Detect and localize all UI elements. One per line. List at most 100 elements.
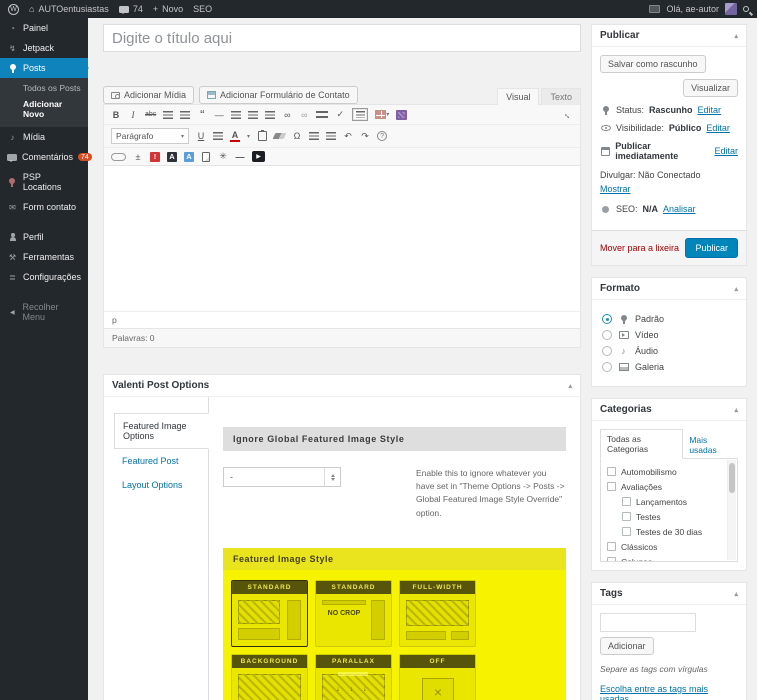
sidebar-item-psp-locations[interactable]: PSP Locations bbox=[0, 167, 88, 197]
publicize-show-link[interactable]: Mostrar bbox=[600, 184, 631, 194]
italic-icon[interactable]: I bbox=[128, 110, 138, 120]
bullet-list-icon[interactable] bbox=[163, 111, 173, 119]
checkbox[interactable] bbox=[607, 557, 616, 562]
category-item[interactable]: Colunas bbox=[607, 554, 723, 562]
table-icon[interactable]: ▾ bbox=[375, 110, 389, 119]
dropcap-dark-icon[interactable]: A bbox=[167, 152, 177, 162]
sidebar-item-form-contato[interactable]: ✉ Form contato bbox=[0, 197, 88, 217]
publish-box-header[interactable]: Publicar ▴ bbox=[592, 25, 746, 47]
divider-icon[interactable]: — bbox=[235, 152, 245, 162]
format-option-galeria[interactable]: Galeria bbox=[602, 362, 736, 372]
format-option-padrao[interactable]: Padrão bbox=[602, 314, 736, 324]
align-right-icon[interactable] bbox=[265, 111, 275, 119]
collapse-icon[interactable]: ▴ bbox=[734, 285, 738, 293]
add-contact-form-button[interactable]: Adicionar Formulário de Contato bbox=[199, 86, 358, 104]
submenu-item-all-posts[interactable]: Todos os Posts bbox=[0, 80, 88, 96]
collapse-icon[interactable]: ▴ bbox=[568, 382, 572, 390]
tab-visual[interactable]: Visual bbox=[497, 88, 539, 105]
category-item[interactable]: Clássicos bbox=[607, 539, 723, 554]
sidebar-item-configuracoes[interactable]: ≣ Configurações bbox=[0, 267, 88, 287]
checkbox[interactable] bbox=[622, 527, 631, 536]
sidebar-item-collapse-menu[interactable]: ◀ Recolher Menu bbox=[0, 297, 88, 327]
tab-most-used[interactable]: Mais usadas bbox=[683, 431, 738, 459]
submenu-item-add-new[interactable]: Adicionar Novo bbox=[0, 96, 88, 122]
tab-featured-image-options[interactable]: Featured Image Options bbox=[114, 413, 209, 449]
search-icon[interactable] bbox=[743, 6, 749, 12]
page-break-icon[interactable] bbox=[201, 152, 211, 162]
unlink-icon[interactable]: ∞ bbox=[299, 110, 309, 120]
paste-as-text-icon[interactable] bbox=[257, 131, 267, 141]
fullscreen-icon[interactable]: ↔ bbox=[561, 107, 575, 121]
site-name-link[interactable]: ⌂ AUTOentusiastas bbox=[29, 4, 109, 14]
video-embed-icon[interactable]: ▶ bbox=[252, 151, 265, 162]
strikethrough-icon[interactable]: abc bbox=[145, 111, 156, 118]
tab-featured-post[interactable]: Featured Post bbox=[114, 449, 208, 473]
edit-status-link[interactable]: Editar bbox=[698, 105, 722, 115]
align-left-icon[interactable] bbox=[231, 111, 241, 119]
collapse-icon[interactable]: ▴ bbox=[734, 590, 738, 598]
shortcode-icon[interactable] bbox=[396, 110, 407, 120]
link-icon[interactable]: ∞ bbox=[282, 110, 292, 120]
sidebar-item-painel[interactable]: ◔ Painel bbox=[0, 18, 88, 38]
sidebar-item-midia[interactable]: ♪ Mídia bbox=[0, 127, 88, 147]
style-tile-off[interactable]: OFF × bbox=[399, 654, 476, 700]
clear-formatting-icon[interactable] bbox=[274, 133, 285, 139]
comments-link[interactable]: 74 bbox=[119, 4, 143, 14]
alert-icon[interactable]: ! bbox=[150, 152, 160, 162]
bold-icon[interactable]: B bbox=[111, 110, 121, 120]
move-to-trash-link[interactable]: Mover para a lixeira bbox=[600, 243, 679, 253]
special-character-icon[interactable]: Ω bbox=[292, 131, 302, 141]
more-tag-icon[interactable] bbox=[316, 111, 328, 118]
outdent-icon[interactable] bbox=[309, 132, 319, 140]
format-box-header[interactable]: Formato ▴ bbox=[592, 278, 746, 300]
avatar[interactable] bbox=[725, 3, 737, 15]
scrollbar-track[interactable] bbox=[727, 460, 736, 560]
category-item[interactable]: Testes de 30 dias bbox=[622, 524, 723, 539]
subscript-superscript-icon[interactable]: ± bbox=[133, 152, 143, 162]
editor-content-area[interactable] bbox=[104, 166, 580, 311]
sidebar-item-comentarios[interactable]: Comentários 74 bbox=[0, 147, 88, 167]
collapse-icon[interactable]: ▴ bbox=[734, 406, 738, 414]
edit-schedule-link[interactable]: Editar bbox=[714, 146, 738, 156]
category-item[interactable]: Testes bbox=[622, 509, 723, 524]
dropcap-blue-icon[interactable]: A bbox=[184, 152, 194, 162]
seo-menu-link[interactable]: SEO bbox=[193, 4, 212, 14]
sidebar-item-perfil[interactable]: Perfil bbox=[0, 227, 88, 247]
paragraph-select[interactable]: Parágrafo ▾ bbox=[111, 128, 189, 144]
tab-all-categories[interactable]: Todas as Categorias bbox=[600, 429, 683, 459]
collapse-icon[interactable]: ▴ bbox=[734, 32, 738, 40]
redo-icon[interactable]: ↷ bbox=[360, 131, 370, 142]
align-center-icon[interactable] bbox=[248, 111, 258, 119]
radio[interactable] bbox=[602, 330, 612, 340]
radio-selected[interactable] bbox=[602, 314, 612, 324]
add-tag-button[interactable]: Adicionar bbox=[600, 637, 654, 655]
tags-input[interactable] bbox=[600, 613, 696, 632]
help-icon[interactable]: ? bbox=[377, 131, 387, 141]
categories-box-header[interactable]: Categorias ▴ bbox=[592, 399, 746, 421]
horizontal-rule-icon[interactable]: — bbox=[214, 110, 224, 120]
preview-button[interactable]: Visualizar bbox=[683, 79, 738, 97]
wp-menu[interactable]: W bbox=[8, 4, 19, 15]
checkbox[interactable] bbox=[607, 482, 616, 491]
add-media-button[interactable]: Adicionar Mídia bbox=[103, 86, 194, 104]
tab-layout-options[interactable]: Layout Options bbox=[114, 473, 208, 497]
radio[interactable] bbox=[602, 362, 612, 372]
tab-texto[interactable]: Texto bbox=[541, 88, 581, 105]
post-title-input[interactable] bbox=[103, 24, 581, 52]
checkbox[interactable] bbox=[607, 542, 616, 551]
category-item[interactable]: Lançamentos bbox=[622, 494, 723, 509]
burst-icon[interactable]: ✳ bbox=[218, 151, 228, 162]
format-option-video[interactable]: Vídeo bbox=[602, 330, 736, 340]
blockquote-icon[interactable]: “ bbox=[197, 111, 207, 119]
style-tile-full-width[interactable]: FULL-WIDTH bbox=[399, 580, 476, 647]
style-tile-standard-no-crop[interactable]: STANDARD NO CROP bbox=[315, 580, 392, 647]
new-content-link[interactable]: + Novo bbox=[153, 4, 183, 14]
seo-analyze-link[interactable]: Analisar bbox=[663, 204, 696, 214]
publish-button[interactable]: Publicar bbox=[685, 238, 738, 258]
checkbox[interactable] bbox=[622, 512, 631, 521]
checkbox[interactable] bbox=[622, 497, 631, 506]
style-tile-background[interactable]: BACKGROUND bbox=[231, 654, 308, 700]
category-item[interactable]: Avaliações bbox=[607, 479, 723, 494]
choose-tags-link[interactable]: Escolha entre as tags mais usadas bbox=[600, 684, 738, 700]
numbered-list-icon[interactable] bbox=[180, 111, 190, 119]
